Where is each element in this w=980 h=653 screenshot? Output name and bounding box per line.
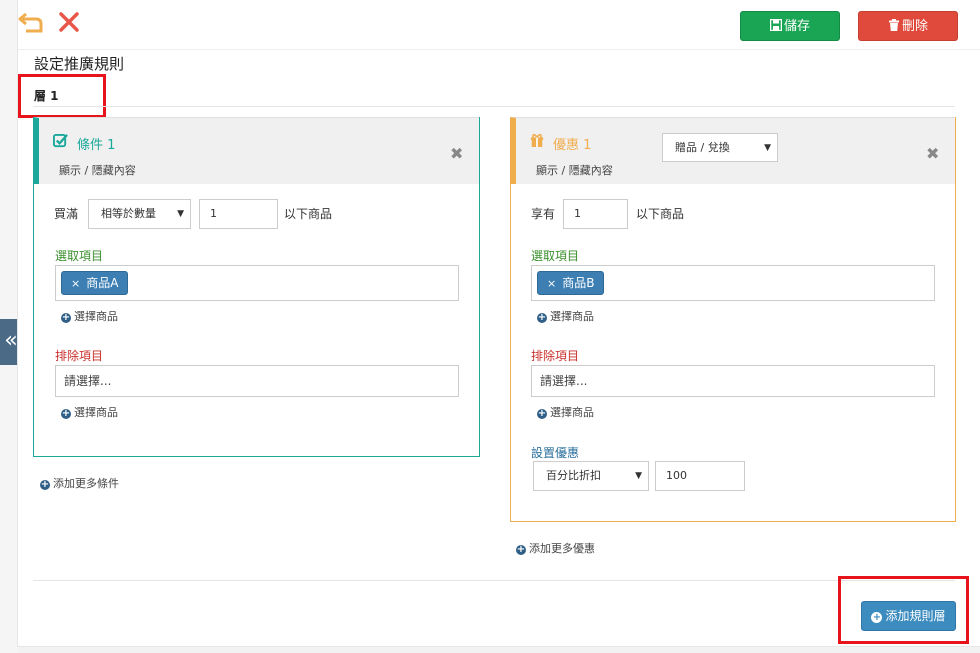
- offer-select-product-link[interactable]: + 選擇商品: [537, 308, 594, 324]
- save-label: 儲存: [783, 19, 810, 34]
- offer-select-product-label: 選擇商品: [550, 310, 594, 323]
- offer-card: 優惠 1 贈品 / 兌換 ▼ 顯示 / 隱藏內容 ✖ 享有 1 以下商品 選取項…: [510, 117, 956, 522]
- tag-label: 商品A: [86, 276, 119, 290]
- exclude-items-field[interactable]: 請選擇...: [55, 365, 459, 397]
- select-product-link[interactable]: + 選擇商品: [61, 308, 118, 324]
- offer-type-select[interactable]: 贈品 / 兌換 ▼: [662, 133, 778, 162]
- plus-circle-icon: +: [61, 312, 71, 323]
- offer-exclude-items-label: 排除項目: [531, 349, 580, 363]
- remove-icon[interactable]: ✖: [926, 144, 939, 163]
- plus-circle-icon: +: [516, 544, 526, 555]
- exclude-product-link[interactable]: + 選擇商品: [61, 404, 118, 420]
- qty-mode-select[interactable]: 相等於數量 ▼: [88, 199, 191, 229]
- offer-card-header: 優惠 1 贈品 / 兌換 ▼ 顯示 / 隱藏內容 ✖: [510, 117, 955, 184]
- offer-exclude-product-label: 選擇商品: [550, 406, 594, 419]
- selected-item-tag[interactable]: × 商品B: [537, 271, 605, 295]
- offer-select-items-label: 選取項目: [531, 249, 580, 263]
- offer-qty-suffix: 以下商品: [636, 207, 685, 221]
- offer-title: 優惠 1: [553, 138, 592, 153]
- remove-tag-icon[interactable]: ×: [547, 277, 556, 290]
- offer-toggle-link[interactable]: 顯示 / 隱藏內容: [536, 162, 613, 178]
- chevron-down-icon: ▼: [764, 143, 771, 153]
- top-toolbar: 儲存 刪除: [18, 0, 980, 50]
- chevron-down-icon: ▼: [635, 471, 642, 481]
- exclude-product-label: 選擇商品: [74, 406, 118, 419]
- add-condition-label: 添加更多條件: [53, 477, 119, 490]
- selected-items-field[interactable]: × 商品A: [55, 265, 459, 301]
- undo-icon[interactable]: [18, 10, 44, 36]
- qty-suffix: 以下商品: [284, 207, 333, 221]
- delete-label: 刪除: [901, 19, 928, 34]
- exclude-items-label: 排除項目: [55, 349, 104, 363]
- select-items-label: 選取項目: [55, 249, 104, 263]
- plus-circle-icon: +: [61, 408, 71, 419]
- gift-icon: [530, 133, 544, 147]
- plus-circle-icon: +: [537, 408, 547, 419]
- tag-label: 商品B: [562, 276, 595, 290]
- condition-toggle-link[interactable]: 顯示 / 隱藏內容: [59, 162, 136, 178]
- offer-type-value: 贈品 / 兌換: [675, 141, 730, 154]
- save-button[interactable]: 儲存: [740, 11, 840, 41]
- condition-title: 條件 1: [77, 138, 116, 153]
- plus-circle-icon: +: [40, 479, 50, 490]
- selected-item-tag[interactable]: × 商品A: [61, 271, 129, 295]
- highlight-box-add-layer: [838, 576, 969, 644]
- discount-type-value: 百分比折扣: [546, 469, 601, 482]
- promotion-rule-panel: 儲存 刪除 設定推廣規則 層 1 條件 1 顯示 / 隱藏內容 ✖ 買滿 相等於…: [17, 0, 980, 647]
- plus-circle-icon: +: [537, 312, 547, 323]
- condition-card: 條件 1 顯示 / 隱藏內容 ✖ 買滿 相等於數量 ▼ 1 以下商品 選取項目 …: [33, 117, 480, 457]
- qty-mode-value: 相等於數量: [101, 207, 156, 220]
- qty-input[interactable]: 1: [199, 199, 278, 229]
- offer-exclude-items-field[interactable]: 請選擇...: [531, 365, 935, 397]
- checkbox-icon: [53, 133, 68, 148]
- select-product-label: 選擇商品: [74, 310, 118, 323]
- offer-selected-items-field[interactable]: × 商品B: [531, 265, 935, 301]
- remove-tag-icon[interactable]: ×: [71, 277, 80, 290]
- floppy-icon: [769, 19, 782, 31]
- highlight-box-layer: [18, 74, 106, 118]
- discount-label: 設置優惠: [531, 446, 580, 460]
- divider: [33, 580, 955, 581]
- page-title: 設定推廣規則: [34, 55, 125, 73]
- offer-exclude-product-link[interactable]: + 選擇商品: [537, 404, 594, 420]
- divider: [33, 106, 955, 107]
- offer-qty-input[interactable]: 1: [563, 199, 628, 229]
- buy-label: 買滿: [54, 207, 79, 221]
- discount-value-input[interactable]: 100: [655, 461, 745, 491]
- add-condition-link[interactable]: + 添加更多條件: [40, 475, 119, 491]
- add-offer-link[interactable]: + 添加更多優惠: [516, 540, 595, 556]
- condition-card-header: 條件 1 顯示 / 隱藏內容 ✖: [33, 117, 479, 184]
- enjoy-label: 享有: [531, 207, 556, 221]
- close-icon[interactable]: [58, 11, 80, 33]
- chevron-down-icon: ▼: [177, 209, 184, 219]
- delete-button[interactable]: 刪除: [858, 11, 958, 41]
- discount-type-select[interactable]: 百分比折扣 ▼: [533, 461, 649, 491]
- add-offer-label: 添加更多優惠: [529, 542, 595, 555]
- remove-icon[interactable]: ✖: [450, 144, 463, 163]
- trash-icon: [888, 19, 899, 31]
